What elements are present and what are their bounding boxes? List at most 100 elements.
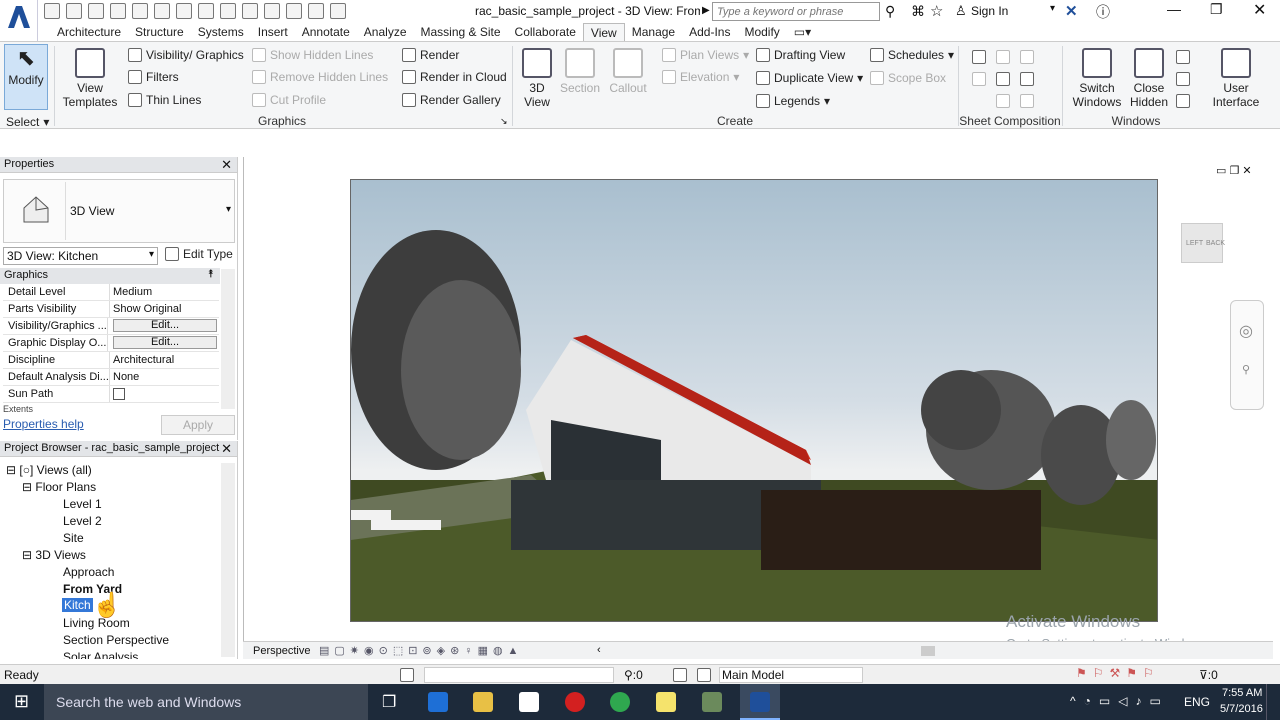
viewports-icon[interactable] (1020, 94, 1034, 108)
minimize-window-button[interactable]: — (1167, 1, 1181, 17)
system-tray-icons[interactable]: ^◔▭◁♪▭ (1070, 694, 1169, 708)
tab-systems[interactable]: Systems (191, 23, 251, 41)
tab-analyze[interactable]: Analyze (357, 23, 414, 41)
tab-massing-site[interactable]: Massing & Site (414, 23, 508, 41)
open-icon[interactable] (44, 3, 60, 19)
view-scrollbar-horizontal[interactable] (921, 646, 935, 656)
drafting-view-button[interactable]: Drafting View (756, 48, 845, 62)
viewcube-back-face[interactable]: BACK (1206, 240, 1225, 247)
tab-structure[interactable]: Structure (128, 23, 191, 41)
chevron-left-icon[interactable]: ‹ (597, 644, 601, 656)
show-hidden-lines-button[interactable]: Show Hidden Lines (252, 48, 373, 62)
taskbar-search-box[interactable]: Search the web and Windows (44, 684, 368, 720)
plan-views-dropdown[interactable]: Plan Views ▾ (662, 48, 749, 62)
save-icon[interactable] (66, 3, 82, 19)
default-3d-view-icon[interactable] (242, 3, 258, 19)
render-gallery-button[interactable]: Render Gallery (402, 93, 501, 107)
modify-button[interactable]: ⬉ Modify (4, 44, 48, 110)
render-button[interactable]: Render (402, 48, 459, 62)
tree-node-views[interactable]: ⊟ [○] Views (all) (6, 463, 92, 477)
tab-insert[interactable]: Insert (251, 23, 295, 41)
close-hidden-icon[interactable] (308, 3, 324, 19)
thin-lines-icon[interactable] (286, 3, 302, 19)
binoculars-icon[interactable]: ⚲ (885, 3, 895, 20)
thin-lines-button[interactable]: Thin Lines (128, 93, 201, 107)
property-value[interactable]: Medium (110, 284, 219, 300)
tab-architecture[interactable]: Architecture (50, 23, 128, 41)
search-input[interactable] (712, 2, 880, 21)
tree-item-section-perspective[interactable]: Section Perspective (63, 633, 169, 647)
tab-add-ins[interactable]: Add-Ins (682, 23, 737, 41)
application-menu-button[interactable] (0, 0, 38, 42)
user-interface-button[interactable]: User Interface (1210, 48, 1262, 109)
close-hidden-button[interactable]: Close Hidden (1126, 48, 1172, 109)
design-option-dropdown[interactable]: Main Model (719, 667, 863, 683)
close-icon[interactable]: ✕ (221, 157, 232, 173)
viewcube[interactable]: LEFT BACK (1181, 223, 1225, 263)
help-icon[interactable]: ⓘ (1096, 2, 1110, 22)
view-window-controls[interactable]: ▭ ❐ ✕ (1216, 164, 1252, 177)
text-icon[interactable] (220, 3, 236, 19)
tree-node-floor-plans[interactable]: ⊟ Floor Plans (22, 480, 96, 494)
tree-item-living-room[interactable]: Living Room (63, 616, 130, 630)
sticky-notes-icon[interactable] (656, 692, 676, 712)
print-icon[interactable] (154, 3, 170, 19)
view-templates-button[interactable]: View Templates (62, 48, 118, 109)
legends-dropdown[interactable]: Legends ▾ (756, 94, 830, 108)
sync-icon[interactable] (88, 3, 104, 19)
elevation-dropdown[interactable]: Elevation ▾ (662, 70, 739, 84)
properties-scrollbar[interactable] (221, 269, 235, 409)
section-icon[interactable] (264, 3, 280, 19)
tab-annotate[interactable]: Annotate (295, 23, 357, 41)
selection-settings-icons[interactable]: ⚑⚐⚒⚑⚐ (1076, 666, 1160, 680)
aligned-dimension-icon[interactable] (198, 3, 214, 19)
windows-start-icon[interactable]: ⊞ (14, 691, 29, 712)
type-selector[interactable]: 3D View ▾ (3, 179, 235, 243)
star-icon[interactable]: ☆ (930, 2, 943, 20)
tree-item-level-2[interactable]: Level 2 (63, 514, 102, 528)
panel-dialog-launcher-icon[interactable]: ↘ (500, 116, 508, 127)
section-button[interactable]: Section (558, 48, 602, 95)
cut-profile-button[interactable]: Cut Profile (252, 93, 326, 107)
tree-item-solar-analysis[interactable]: Solar Analysis (63, 650, 138, 659)
task-view-icon[interactable]: ❐ (382, 692, 396, 712)
tab-modify[interactable]: Modify (737, 23, 786, 41)
language-indicator[interactable]: ENG (1184, 695, 1210, 709)
switch-windows-button[interactable]: Switch Windows (1070, 48, 1124, 109)
opera-icon[interactable] (565, 692, 585, 712)
replicate-icon[interactable] (1176, 50, 1190, 64)
exchange-apps-icon[interactable]: ✕ (1065, 2, 1078, 20)
scope-box-button[interactable]: Scope Box (870, 71, 946, 85)
edge-icon[interactable] (428, 692, 448, 712)
clock-time[interactable]: 7:55 AM (1222, 687, 1262, 699)
undo-icon[interactable] (110, 3, 126, 19)
3d-viewport-render[interactable] (350, 179, 1158, 622)
title-block-icon[interactable] (996, 50, 1010, 64)
tree-item-kitchen[interactable]: Kitch (62, 598, 93, 612)
chevron-right-icon[interactable]: ▶ (702, 5, 710, 16)
close-icon[interactable]: ✕ (221, 441, 232, 457)
store-icon[interactable] (519, 692, 539, 712)
cascade-icon[interactable] (1176, 72, 1190, 86)
chrome-icon[interactable] (610, 692, 630, 712)
close-window-button[interactable]: ✕ (1253, 0, 1266, 20)
matchline-icon[interactable] (1020, 72, 1034, 86)
properties-help-link[interactable]: Properties help (3, 417, 84, 431)
tree-node-3d-views[interactable]: ⊟ 3D Views (22, 548, 86, 562)
file-explorer-icon[interactable] (473, 692, 493, 712)
revit-taskbar-button[interactable] (740, 684, 780, 720)
schedules-dropdown[interactable]: Schedules ▾ (870, 48, 954, 62)
view-scrollbar-vertical[interactable] (1266, 161, 1280, 641)
duplicate-view-dropdown[interactable]: Duplicate View ▾ (756, 71, 863, 85)
design-options-icon[interactable] (697, 668, 711, 682)
worksets-icon[interactable] (400, 668, 414, 682)
view-control-icons[interactable]: ▤▢✷◉⊙⬚⊡⊚◈⊛♀▦◍▲ (319, 644, 523, 657)
tree-item-site[interactable]: Site (63, 531, 84, 545)
graphics-group-header[interactable]: Graphics ⯭ (0, 268, 220, 284)
3d-view-button[interactable]: 3D View (518, 48, 556, 109)
ribbon-display-toggle-icon[interactable]: ▭▾ (787, 23, 818, 41)
restore-window-button[interactable]: ❐ (1210, 1, 1223, 18)
edit-type-button[interactable]: Edit Type (165, 247, 233, 261)
redo-icon[interactable] (132, 3, 148, 19)
edit-button[interactable]: Edit... (113, 336, 217, 349)
